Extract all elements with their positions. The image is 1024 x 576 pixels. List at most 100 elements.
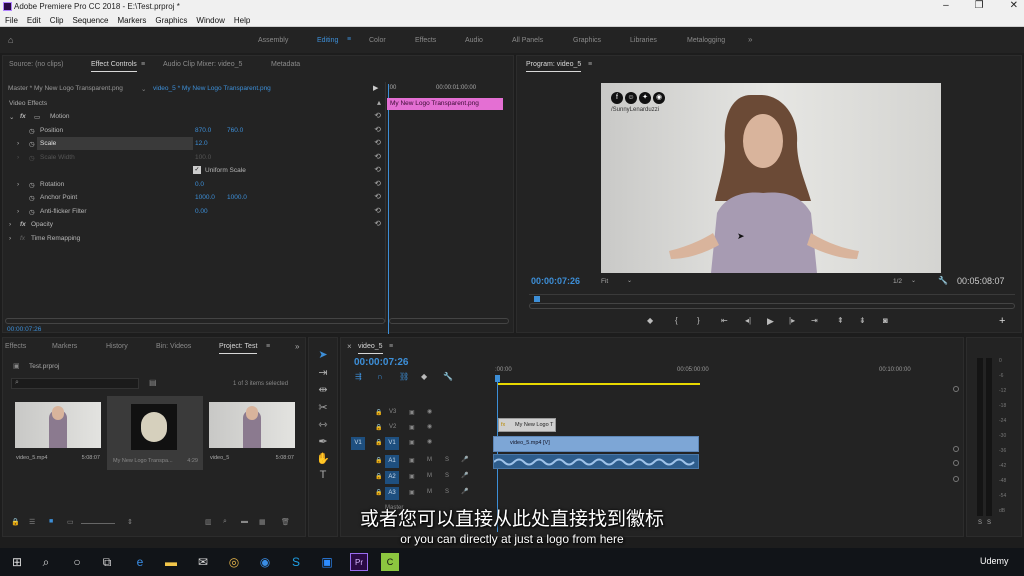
tab-sequence[interactable]: video_5	[358, 343, 383, 354]
linked-selection-icon[interactable]: ⛓	[399, 372, 409, 381]
sync-lock-icon[interactable]: ▣	[409, 457, 415, 464]
menu-window[interactable]: Window	[196, 16, 224, 25]
mark-out-icon[interactable]: }	[697, 316, 700, 325]
track-target-a1[interactable]: A1	[385, 455, 399, 468]
stopwatch-icon[interactable]: ◷	[29, 154, 35, 162]
edge-icon[interactable]: e	[131, 553, 149, 571]
panel-menu-icon[interactable]: ≡	[588, 61, 592, 68]
go-to-out-icon[interactable]: ⇥	[811, 316, 818, 325]
mute-button[interactable]: M	[427, 489, 432, 495]
lock-icon[interactable]: 🔒	[375, 489, 382, 496]
menu-clip[interactable]: Clip	[50, 16, 64, 25]
reset-icon[interactable]: ⟲	[374, 165, 381, 174]
export-frame-icon[interactable]: ◙	[883, 316, 888, 325]
menu-edit[interactable]: Edit	[27, 16, 41, 25]
add-marker-icon[interactable]: ◆	[421, 372, 427, 381]
master-clip-label[interactable]: Master * My New Logo Transparent.png	[8, 85, 123, 92]
more-workspaces-icon[interactable]: »	[748, 35, 752, 44]
timeline-playhead[interactable]	[495, 375, 500, 382]
clip-bar[interactable]: My New Logo Transparent.png	[387, 98, 503, 110]
source-patch-v1[interactable]: V1	[351, 437, 365, 450]
position-x[interactable]: 870.0	[195, 127, 211, 134]
video-frame[interactable]: f ☺ ✦ ◉ /SunnyLenarduzzi ➤	[601, 83, 941, 273]
reset-icon[interactable]: ⟲	[374, 111, 381, 120]
snap-icon[interactable]: ∩	[377, 372, 383, 381]
program-playhead[interactable]	[534, 296, 540, 302]
zoom-scrollbar[interactable]	[529, 303, 1015, 309]
microphone-icon[interactable]: 🎤	[461, 488, 468, 495]
lock-icon[interactable]: 🔒	[375, 473, 382, 480]
reset-icon[interactable]: ⟲	[374, 152, 381, 161]
search-icon[interactable]: ⌕	[37, 553, 55, 571]
microphone-icon[interactable]: 🎤	[461, 456, 468, 463]
go-to-in-icon[interactable]: ⇤	[721, 316, 728, 325]
tab-program[interactable]: Program: video_5	[526, 61, 582, 72]
rotation-value[interactable]: 0.0	[195, 181, 204, 188]
eye-icon[interactable]: ◉	[427, 423, 432, 430]
solo-button[interactable]: S	[445, 457, 449, 463]
reset-icon[interactable]: ⟲	[374, 206, 381, 215]
solo-button[interactable]: S	[445, 489, 449, 495]
fx-icon[interactable]: fx	[20, 221, 26, 228]
menu-help[interactable]: Help	[234, 16, 250, 25]
type-tool-icon[interactable]: T	[313, 469, 333, 485]
project-item-selected[interactable]: My New Logo Transpa... 4:29	[107, 396, 203, 470]
video-clip[interactable]: video_5.mp4 [V]	[493, 436, 699, 452]
expand-icon[interactable]: ›	[9, 221, 11, 228]
project-item[interactable]: video_5.mp4 5:08:07	[11, 398, 105, 468]
tab-bin-videos[interactable]: Bin: Videos	[156, 343, 191, 350]
reset-icon[interactable]: ⟲	[374, 219, 381, 228]
tab-metadata[interactable]: Metadata	[271, 61, 300, 68]
tab-effects[interactable]: Effects	[5, 343, 26, 350]
nest-icon[interactable]: ⇶	[355, 372, 362, 381]
wrench-icon[interactable]: 🔧	[443, 372, 453, 381]
hand-tool-icon[interactable]: ✋	[313, 452, 333, 468]
stopwatch-icon[interactable]: ◷	[29, 181, 35, 189]
maximize-icon[interactable]: ❐	[975, 0, 984, 11]
expand-icon[interactable]: ›	[9, 235, 11, 242]
chrome-icon[interactable]: ◎	[225, 553, 243, 571]
workspace-metalogging[interactable]: Metalogging	[687, 37, 725, 44]
workspace-editing[interactable]: Editing	[317, 37, 338, 44]
fx-icon[interactable]: fx	[20, 235, 25, 242]
tab-audio-clip-mixer[interactable]: Audio Clip Mixer: video_5	[163, 61, 242, 68]
step-back-icon[interactable]: ◂|	[745, 316, 751, 325]
minimize-icon[interactable]: –	[943, 0, 949, 11]
menu-file[interactable]: File	[5, 16, 18, 25]
file-explorer-icon[interactable]: ▬	[162, 553, 180, 571]
sync-lock-icon[interactable]: ▣	[409, 473, 415, 480]
antiflicker-value[interactable]: 0.00	[195, 208, 208, 215]
workspace-audio[interactable]: Audio	[465, 37, 483, 44]
workspace-libraries[interactable]: Libraries	[630, 37, 657, 44]
solo-button[interactable]: S	[445, 473, 449, 479]
mail-icon[interactable]: ✉	[194, 553, 212, 571]
play-icon[interactable]: ▶	[767, 316, 774, 327]
button-editor-plus-icon[interactable]: +	[999, 315, 1005, 327]
uniform-scale-checkbox[interactable]: ✓	[193, 166, 201, 174]
project-item[interactable]: video_5 5:08:07	[205, 398, 299, 468]
menu-graphics[interactable]: Graphics	[155, 16, 187, 25]
menu-sequence[interactable]: Sequence	[72, 16, 108, 25]
workspace-assembly[interactable]: Assembly	[258, 37, 288, 44]
home-icon[interactable]: ⌂	[8, 35, 13, 45]
extract-icon[interactable]: ⇟	[859, 316, 866, 325]
tab-project[interactable]: Project: Test	[219, 343, 258, 354]
stopwatch-icon[interactable]: ◷	[29, 140, 35, 148]
reset-icon[interactable]: ⟲	[374, 179, 381, 188]
sequence-clip-label[interactable]: video_5 * My New Logo Transparent.png	[153, 85, 271, 92]
program-timecode[interactable]: 00:00:07:26	[531, 276, 580, 286]
expand-icon[interactable]: ›	[17, 140, 19, 147]
position-y[interactable]: 760.0	[227, 127, 243, 134]
anchor-x[interactable]: 1000.0	[195, 194, 215, 201]
play-only-icon[interactable]: ▶	[373, 84, 378, 92]
scroll-up-icon[interactable]: ▴	[377, 98, 381, 107]
sync-lock-icon[interactable]: ▣	[409, 489, 415, 496]
audio-clip[interactable]	[493, 454, 699, 469]
fit-dropdown[interactable]: Fit	[601, 278, 608, 285]
chevron-down-icon[interactable]: ⌄	[141, 85, 146, 93]
workspace-menu-icon[interactable]: ≡	[347, 36, 351, 43]
stopwatch-icon[interactable]: ◷	[29, 208, 35, 216]
tab-history[interactable]: History	[106, 343, 128, 350]
track-target-a3[interactable]: A3	[385, 487, 399, 500]
pen-tool-icon[interactable]: ✒	[313, 435, 333, 451]
